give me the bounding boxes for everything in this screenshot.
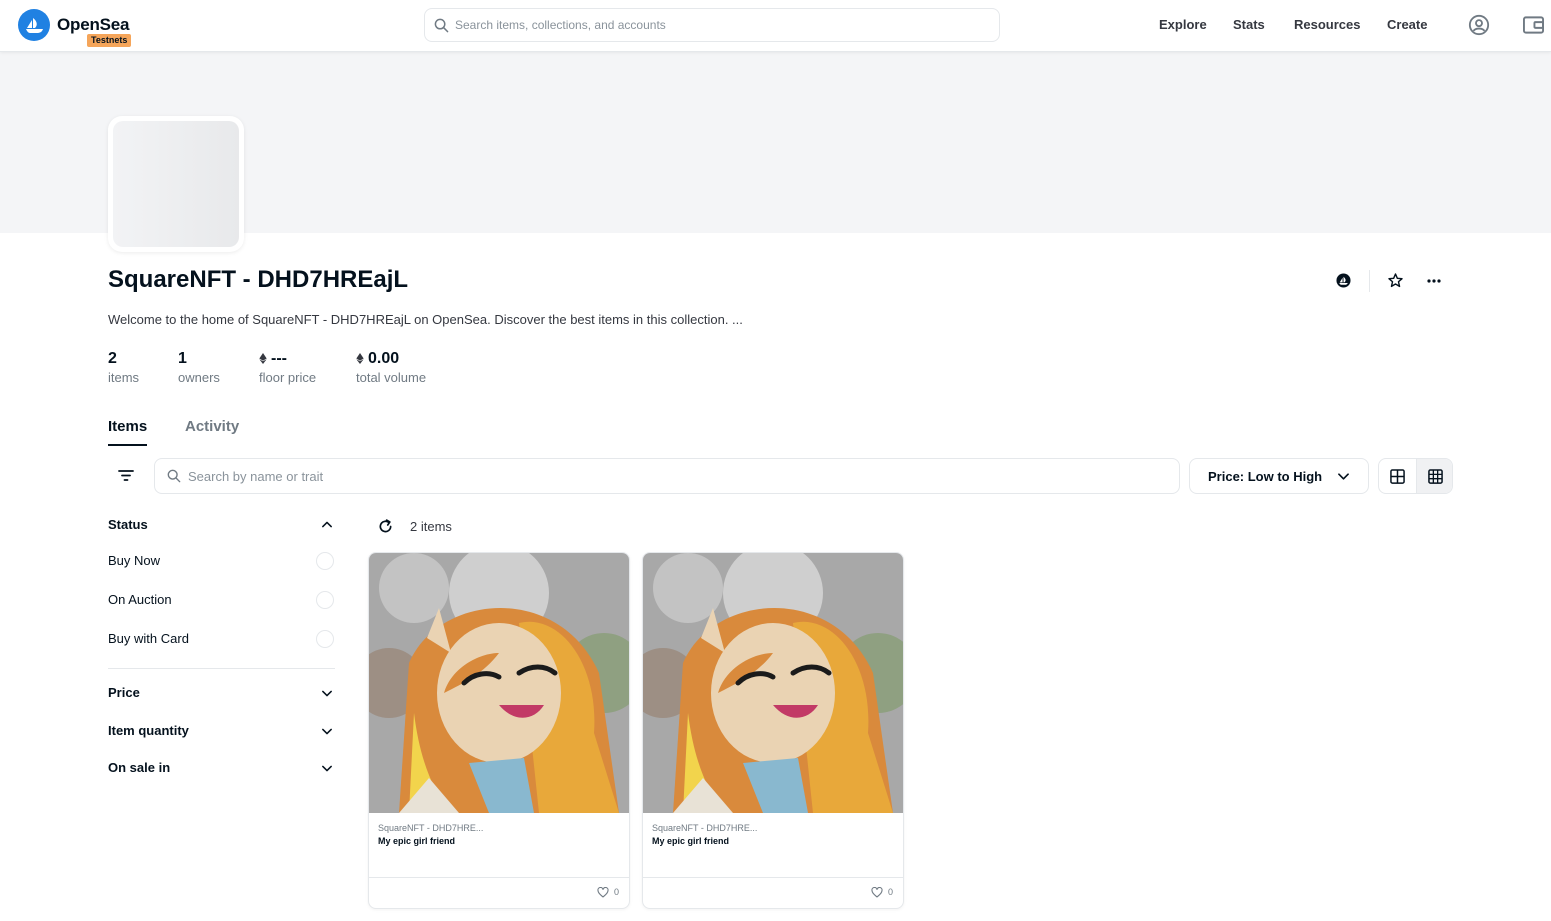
refresh-icon[interactable] bbox=[378, 519, 393, 534]
nft-card[interactable]: SquareNFT - DHD7HRE... My epic girl frie… bbox=[368, 552, 630, 909]
testnets-badge: Testnets bbox=[87, 34, 132, 47]
favorite-count: 0 bbox=[613, 887, 619, 897]
stat-value: 1 bbox=[178, 350, 187, 367]
on-auction-radio[interactable] bbox=[316, 591, 334, 609]
account-icon[interactable] bbox=[1468, 14, 1490, 36]
chevron-down-icon[interactable] bbox=[322, 765, 332, 772]
collection-avatar bbox=[108, 116, 244, 252]
nav-create[interactable]: Create bbox=[1387, 17, 1427, 32]
results-count: 2 items bbox=[410, 519, 452, 534]
stat-label: items bbox=[108, 370, 140, 385]
nft-artwork-image bbox=[369, 553, 629, 813]
avatar-placeholder bbox=[113, 121, 239, 247]
buy-with-card-radio[interactable] bbox=[316, 630, 334, 648]
collection-title: SquareNFT - DHD7HREajL bbox=[108, 266, 409, 293]
small-grid-icon bbox=[1428, 469, 1443, 484]
stat-value: 0.00 bbox=[368, 350, 400, 367]
small-grid-button[interactable] bbox=[1416, 459, 1452, 493]
sort-dropdown[interactable]: Price: Low to High bbox=[1189, 458, 1369, 494]
search-icon bbox=[434, 18, 449, 33]
top-navbar: OpenSea Testnets Explore Stats Resources… bbox=[0, 0, 1551, 52]
item-quantity-section-header[interactable]: Item quantity bbox=[108, 723, 189, 738]
card-item-name: My epic girl friend bbox=[378, 836, 456, 846]
nav-stats[interactable]: Stats bbox=[1233, 17, 1265, 32]
sort-selected-value: Price: Low to High bbox=[1208, 469, 1323, 484]
actions-divider bbox=[1369, 270, 1370, 292]
card-collection-name: SquareNFT - DHD7HRE... bbox=[652, 823, 758, 833]
tab-items[interactable]: Items bbox=[108, 418, 148, 446]
collection-description: Welcome to the home of SquareNFT - DHD7H… bbox=[108, 312, 743, 327]
status-section-header[interactable]: Status bbox=[108, 517, 148, 532]
eth-icon bbox=[259, 353, 267, 364]
status-option-on-auction[interactable]: On Auction bbox=[108, 592, 172, 607]
sidebar-divider bbox=[108, 668, 335, 669]
heart-icon[interactable] bbox=[871, 887, 883, 898]
opensea-profile-icon[interactable] bbox=[1336, 273, 1351, 288]
nav-resources[interactable]: Resources bbox=[1294, 17, 1360, 32]
eth-icon bbox=[356, 353, 364, 364]
grid-view-toggle bbox=[1378, 458, 1453, 494]
card-collection-name: SquareNFT - DHD7HRE... bbox=[378, 823, 484, 833]
nft-card[interactable]: SquareNFT - DHD7HRE... My epic girl frie… bbox=[642, 552, 904, 909]
chevron-down-icon[interactable] bbox=[322, 728, 332, 735]
large-grid-button[interactable] bbox=[1379, 459, 1416, 493]
card-footer: 0 bbox=[369, 877, 629, 908]
price-section-header[interactable]: Price bbox=[108, 685, 140, 700]
nft-artwork-image bbox=[643, 553, 903, 813]
card-footer: 0 bbox=[643, 877, 903, 908]
buy-now-radio[interactable] bbox=[316, 552, 334, 570]
status-option-buy-now[interactable]: Buy Now bbox=[108, 553, 160, 568]
nav-explore[interactable]: Explore bbox=[1159, 17, 1207, 32]
stat-value: --- bbox=[271, 350, 287, 367]
global-search[interactable] bbox=[424, 8, 1000, 42]
chevron-down-icon bbox=[1338, 473, 1349, 480]
opensea-logo[interactable] bbox=[18, 9, 50, 41]
heart-icon[interactable] bbox=[597, 887, 609, 898]
filter-icon[interactable] bbox=[118, 469, 134, 482]
status-option-buy-with-card[interactable]: Buy with Card bbox=[108, 631, 189, 646]
tab-activity[interactable]: Activity bbox=[185, 418, 239, 435]
stat-owners: 1 owners bbox=[178, 350, 220, 385]
card-item-name: My epic girl friend bbox=[652, 836, 730, 846]
brand-name[interactable]: OpenSea bbox=[57, 15, 129, 35]
large-grid-icon bbox=[1390, 469, 1405, 484]
stat-items: 2 items bbox=[108, 350, 139, 385]
stat-label: floor price bbox=[259, 370, 317, 385]
wallet-icon[interactable] bbox=[1523, 15, 1544, 35]
trait-search[interactable] bbox=[154, 458, 1180, 494]
chevron-down-icon[interactable] bbox=[322, 690, 332, 697]
stat-total-volume: 0.00 total volume bbox=[356, 350, 426, 385]
stat-label: total volume bbox=[356, 370, 427, 385]
search-icon bbox=[167, 469, 181, 483]
boat-icon bbox=[26, 18, 43, 33]
on-sale-in-section-header[interactable]: On sale in bbox=[108, 760, 170, 775]
global-search-input[interactable] bbox=[455, 9, 985, 41]
stat-value: 2 bbox=[108, 350, 117, 367]
stat-floor-price: --- floor price bbox=[259, 350, 316, 385]
more-options-icon[interactable] bbox=[1426, 276, 1442, 286]
stat-label: owners bbox=[178, 370, 220, 385]
favorite-count: 0 bbox=[887, 887, 893, 897]
trait-search-input[interactable] bbox=[188, 459, 1168, 493]
star-icon[interactable] bbox=[1387, 272, 1404, 289]
chevron-up-icon[interactable] bbox=[322, 521, 332, 528]
